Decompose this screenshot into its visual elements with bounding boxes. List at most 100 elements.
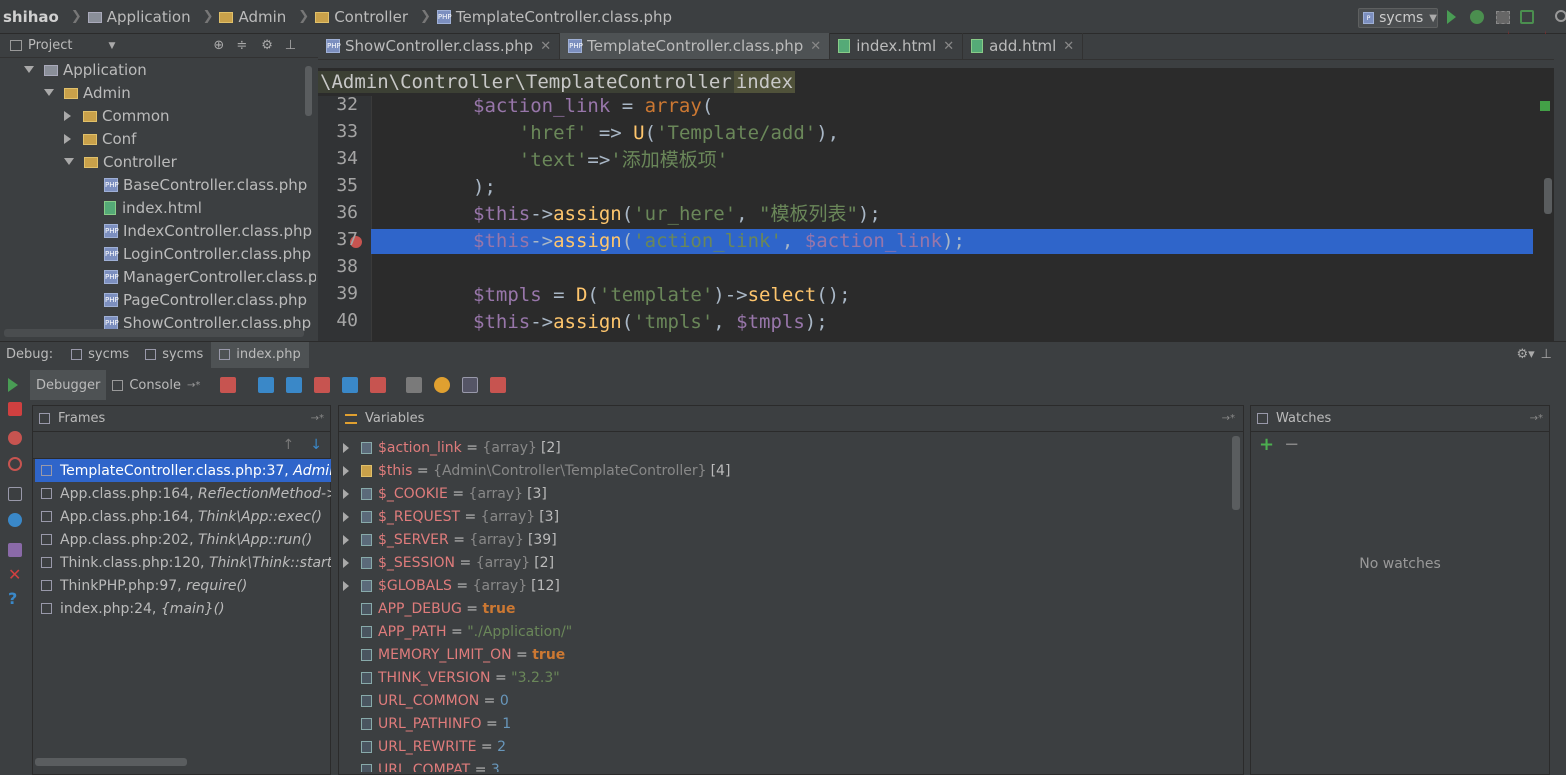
frame-row[interactable]: App.class.php:164, ReflectionMethod->i: [35, 482, 331, 505]
chevron-right-icon[interactable]: [343, 442, 349, 453]
tree-item[interactable]: Admin: [44, 81, 131, 104]
variable-row[interactable]: THINK_VERSION = "3.2.3": [343, 666, 560, 689]
variable-row[interactable]: $action_link = {array} [2]: [343, 436, 561, 459]
chevron-right-icon[interactable]: [64, 133, 71, 144]
variable-row[interactable]: $_SERVER = {array} [39]: [343, 528, 557, 551]
variable-row[interactable]: $_COOKIE = {array} [3]: [343, 482, 547, 505]
frame-row[interactable]: Think.class.php:120, Think\Think::start(…: [35, 551, 331, 574]
editor-scrollbar[interactable]: [1544, 178, 1552, 214]
listen-debug-connections-icon[interactable]: [1520, 10, 1534, 24]
help-icon[interactable]: ?: [8, 591, 22, 607]
view-breakpoints-icon[interactable]: [8, 431, 22, 445]
code-line[interactable]: $this->assign('action_link', $action_lin…: [473, 228, 965, 255]
chevron-down-icon[interactable]: [44, 89, 54, 96]
tree-item[interactable]: PHP PageController.class.php: [104, 288, 307, 311]
debug-session-tab[interactable]: sycms: [137, 342, 211, 368]
project-tree[interactable]: Application Admin Common Conf Controller PHP B…: [0, 58, 316, 340]
variable-row[interactable]: $this = {Admin\Controller\TemplateContro…: [343, 459, 730, 482]
pin-icon[interactable]: [8, 543, 22, 557]
breadcrumb-application[interactable]: Application: [87, 8, 191, 26]
coverage-icon[interactable]: [1496, 11, 1510, 24]
pin-icon[interactable]: →*: [1222, 413, 1235, 424]
hide-panel-icon[interactable]: ⊥: [1541, 347, 1552, 362]
run-configuration-select[interactable]: P sycms ▼: [1358, 8, 1438, 28]
project-hscrollbar[interactable]: [4, 329, 304, 337]
gear-icon[interactable]: ⚙▾: [1516, 347, 1534, 362]
mute-breakpoints-icon[interactable]: [8, 457, 22, 471]
debug-session-tab[interactable]: index.php: [211, 341, 309, 368]
step-into-icon[interactable]: [286, 377, 303, 393]
close-icon[interactable]: ✕: [1063, 39, 1074, 54]
tree-item[interactable]: Controller: [64, 150, 177, 173]
hide-panel-icon[interactable]: ⊥: [285, 38, 296, 53]
tab-console[interactable]: Console →*: [106, 370, 206, 400]
gear-icon[interactable]: ⚙: [261, 38, 273, 53]
run-to-cursor-icon[interactable]: [370, 377, 387, 393]
code-line[interactable]: );: [473, 174, 496, 201]
frame-row[interactable]: ThinkPHP.php:97, require(): [35, 574, 331, 597]
variable-row[interactable]: URL_PATHINFO = 1: [343, 712, 511, 735]
tree-item[interactable]: PHP BaseController.class.php: [104, 173, 307, 196]
code-line[interactable]: $action_link = array(: [473, 93, 713, 120]
chevron-right-icon[interactable]: [343, 465, 349, 476]
variable-row[interactable]: $_SESSION = {array} [2]: [343, 551, 554, 574]
collapse-all-icon[interactable]: ≑: [236, 38, 247, 53]
variable-row[interactable]: $GLOBALS = {array} [12]: [343, 574, 560, 597]
close-icon[interactable]: ✕: [540, 39, 551, 54]
tree-item[interactable]: Conf: [64, 127, 136, 150]
variable-row[interactable]: URL_COMPAT = 3: [343, 758, 500, 772]
frame-row[interactable]: App.class.php:164, Think\App::exec(): [35, 505, 331, 528]
resume-icon[interactable]: [8, 378, 22, 392]
chevron-right-icon[interactable]: [343, 488, 349, 499]
evaluate-expression-icon[interactable]: [406, 377, 423, 393]
chevron-right-icon[interactable]: [343, 580, 349, 591]
code-line[interactable]: $this->assign('ur_here', "模板列表");: [473, 201, 881, 228]
arrow-up-icon[interactable]: ↑: [283, 437, 295, 453]
breadcrumb-file[interactable]: PHP TemplateController.class.php: [436, 8, 672, 26]
chevron-right-icon[interactable]: [343, 557, 349, 568]
show-execution-point-icon[interactable]: [220, 377, 237, 393]
arrow-down-icon[interactable]: ↓: [310, 437, 322, 453]
run-icon[interactable]: [1447, 10, 1456, 24]
variable-row[interactable]: URL_REWRITE = 2: [343, 735, 506, 758]
variable-row[interactable]: APP_PATH = "./Application/": [343, 620, 572, 643]
project-view-select[interactable]: Project: [28, 38, 72, 53]
frame-row[interactable]: TemplateController.class.php:37, Admin\: [35, 459, 331, 482]
breadcrumb-admin[interactable]: Admin: [219, 8, 286, 26]
variable-row[interactable]: URL_COMMON = 0: [343, 689, 509, 712]
tree-item[interactable]: PHP IndexController.class.php: [104, 219, 312, 242]
breadcrumb-project[interactable]: shihao: [0, 8, 59, 26]
pin-icon[interactable]: →*: [1530, 413, 1543, 424]
debug-icon[interactable]: [1470, 10, 1484, 24]
debug-session-tab[interactable]: sycms: [63, 342, 137, 368]
editor-tab[interactable]: PHP TemplateController.class.php ✕: [560, 33, 831, 59]
chevron-right-icon[interactable]: [343, 534, 349, 545]
editor-tab[interactable]: index.html ✕: [830, 33, 964, 59]
layout-icon[interactable]: [8, 487, 22, 501]
settings-toggle-icon[interactable]: [462, 377, 479, 393]
force-step-into-icon[interactable]: [314, 377, 331, 393]
stop-icon[interactable]: [8, 402, 22, 416]
tree-item[interactable]: index.html: [104, 196, 202, 219]
search-everywhere-icon[interactable]: [1555, 10, 1566, 22]
close-icon[interactable]: ✕: [8, 567, 22, 583]
chevron-right-icon[interactable]: [343, 511, 349, 522]
editor-tab[interactable]: add.html ✕: [963, 33, 1084, 59]
code-editor[interactable]: \Admin\Controller\TemplateController inde…: [318, 68, 1554, 341]
chevron-down-icon[interactable]: [24, 66, 34, 73]
watch-icon[interactable]: [434, 377, 451, 393]
variables-scrollbar[interactable]: [1232, 436, 1240, 510]
step-over-icon[interactable]: [258, 377, 275, 393]
restore-layout-icon[interactable]: [490, 377, 507, 393]
variable-row[interactable]: $_REQUEST = {array} [3]: [343, 505, 559, 528]
code-line[interactable]: 'text'=>'添加模板项': [473, 147, 728, 174]
tree-item[interactable]: Application: [24, 58, 147, 81]
breadcrumb-controller[interactable]: Controller: [315, 8, 408, 26]
code-line[interactable]: $tmpls = D('template')->select();: [473, 282, 851, 309]
editor-tab[interactable]: PHP ShowController.class.php ✕: [318, 33, 561, 59]
code-line[interactable]: 'href' => U('Template/add'),: [473, 120, 839, 147]
settings-icon[interactable]: [8, 513, 22, 527]
remove-watch-icon[interactable]: −: [1284, 434, 1299, 455]
chevron-right-icon[interactable]: [64, 110, 71, 121]
close-icon[interactable]: ✕: [943, 39, 954, 54]
